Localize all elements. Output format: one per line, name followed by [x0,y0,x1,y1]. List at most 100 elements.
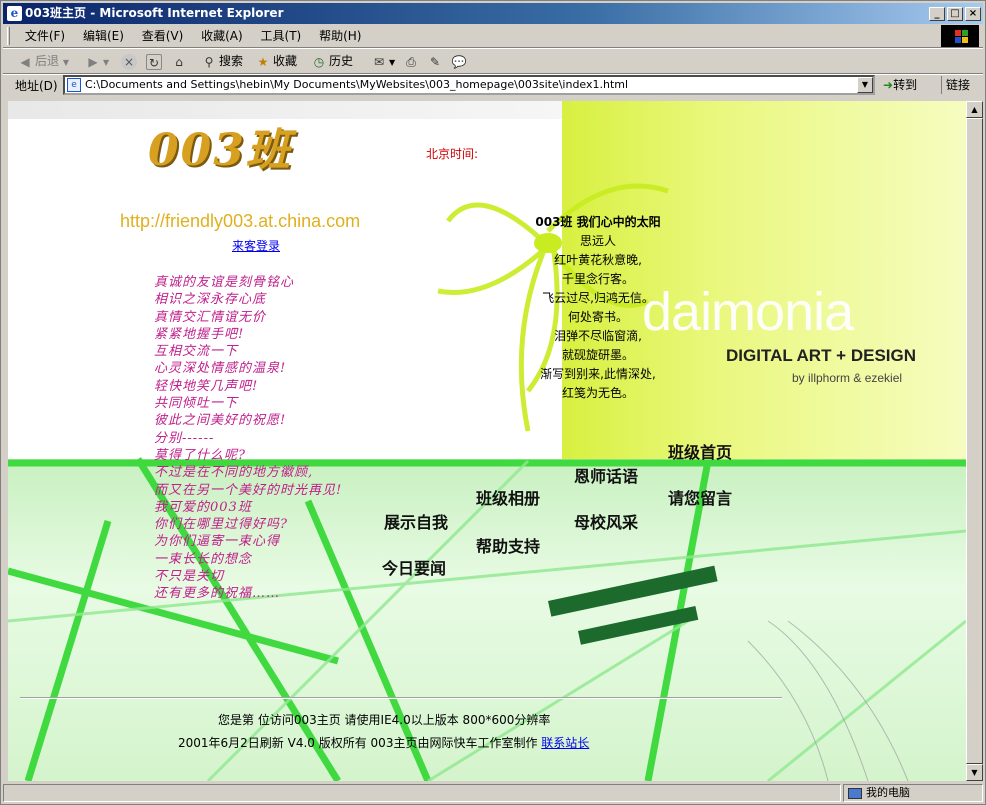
menu-tools[interactable]: 工具(T) [254,25,309,47]
discuss-icon: 💬 [451,54,467,69]
message-line: 还有更多的祝福…… [154,586,281,602]
friendship-message: 真诚的友谊是刻骨铭心 相识之深永存心底 真情交汇情谊无价 紧紧地握手吧! 互相交… [154,274,342,603]
nav-class-album[interactable]: 班级相册 [476,485,540,509]
message-line: 真诚的友谊是刻骨铭心 [154,275,295,290]
copyright-info: 2001年6月2日刷新 V4.0 版权所有 003主页由网际快车工作室制作 联系… [178,736,590,750]
mail-button[interactable]: ✉ ▼ [371,51,395,71]
poem-title: 003班 我们心中的太阳 [535,215,661,229]
scroll-down-button[interactable]: ▼ [966,764,983,781]
discuss-button[interactable]: 💬 [451,51,469,71]
brand-name: daimonia [642,282,854,342]
nav-todays-news[interactable]: 今日要闻 [382,555,446,579]
favorites-icon: ★ [257,54,269,69]
message-line: 共同倾吐一下 [154,396,239,412]
message-line: 不过是在不同的地方徽顾, [154,465,314,481]
stop-icon: × [121,53,137,70]
message-line: 而又在另一个美好的时光再见! [154,482,343,498]
back-button[interactable]: ◀ 后退 ▼ [17,51,69,71]
print-button[interactable]: ⎙ [403,51,421,71]
forward-button[interactable]: ▶ ▼ [85,51,109,71]
maximize-button[interactable]: □ [947,7,963,21]
message-line: 轻快地笑几声吧! [154,378,259,394]
message-line: 为你们逼寄一束心得 [154,534,281,550]
scroll-up-button[interactable]: ▲ [966,101,983,118]
ie-icon: e [7,6,22,21]
brand-credits: by illphorm & ezekiel [792,371,903,385]
minimize-button[interactable]: _ [929,7,945,21]
windows-logo [941,25,979,47]
stop-button[interactable]: × [121,51,139,71]
page-viewport: 003班 http://friendly003.at.china.com 来客登… [8,101,966,781]
brand-tagline: DIGITAL ART + DESIGN [726,346,917,365]
scroll-thumb[interactable] [966,118,983,764]
favorites-button[interactable]: ★ 收藏 [255,51,297,71]
footer-divider [20,697,782,699]
zone-panel: 我的电脑 [843,784,983,802]
nav-show-yourself[interactable]: 展示自我 [384,509,448,533]
decorative-graphics [8,183,966,781]
menu-favorites[interactable]: 收藏(A) [194,25,250,47]
title-bar[interactable]: e 003班主页 - Microsoft Internet Explorer _… [3,3,983,24]
nav-help-support[interactable]: 帮助支持 [476,533,540,557]
guest-login-link[interactable]: 来客登录 [232,237,280,254]
site-url: http://friendly003.at.china.com [120,211,361,231]
poem-author: 思远人 [579,234,616,248]
poem-line: 就砚旋研墨。 [561,348,634,362]
poem-line: 红叶黄花秋意晚, [554,253,642,267]
browser-window: e 003班主页 - Microsoft Internet Explorer _… [0,0,986,805]
computer-icon [848,787,862,799]
forward-arrow-icon: ▶ [88,54,98,69]
address-label: 地址(D) [15,79,58,93]
page-icon: e [67,78,81,92]
message-line: 彼此之间美好的祝愿! [154,413,287,429]
nav-teacher-words[interactable]: 恩师话语 [574,463,638,487]
contact-webmaster-link[interactable]: 联系站长 [541,736,589,750]
message-line: 不只是关切 [154,569,225,585]
history-button[interactable]: ◷ 历史 [311,51,353,71]
home-button[interactable]: ⌂ [171,51,189,71]
message-line: 一束长长的想念 [154,551,253,567]
nav-class-home[interactable]: 班级首页 [668,439,732,463]
message-line: 你们在哪里过得好吗? [154,517,288,533]
close-button[interactable]: × [965,7,981,21]
address-dropdown-button[interactable]: ▼ [857,77,873,93]
menu-file[interactable]: 文件(F) [18,25,72,47]
menu-grip[interactable] [7,27,10,45]
menu-bar: 文件(F) 编辑(E) 查看(V) 收藏(A) 工具(T) 帮助(H) [3,25,943,47]
poem-line: 渐写到别来,此情深处, [540,367,656,381]
mail-icon: ✉ [373,54,385,69]
message-line: 分别------ [154,430,215,446]
chevron-down-icon: ▼ [389,58,396,67]
beijing-time: 北京时间: [426,147,479,161]
address-bar: 地址(D) e C:\Documents and Settings\hebin\… [3,74,983,97]
menu-help[interactable]: 帮助(H) [312,25,368,47]
history-icon: ◷ [313,54,325,69]
status-text [3,784,841,802]
links-button[interactable]: 链接 [941,76,970,94]
home-icon: ⌂ [175,54,183,69]
window-title: 003班主页 - Microsoft Internet Explorer [25,6,284,20]
refresh-icon: ↻ [146,53,162,70]
refresh-button[interactable]: ↻ [146,51,164,71]
menu-edit[interactable]: 编辑(E) [76,25,131,47]
search-button[interactable]: ⚲ 搜索 [201,51,243,71]
menu-view[interactable]: 查看(V) [135,25,191,47]
go-arrow-icon: ➜ [883,78,894,92]
search-icon: ⚲ [204,54,214,69]
back-arrow-icon: ◀ [20,54,30,69]
nav-alma-mater[interactable]: 母校风采 [574,509,638,533]
zone-label: 我的电脑 [866,786,910,799]
class-logo: 003班 [148,125,292,176]
nav-guestbook[interactable]: 请您留言 [668,485,732,509]
message-line: 紧紧地握手吧! [154,326,245,342]
message-line: 心灵深处情感的温泉! [154,361,287,377]
edit-button[interactable]: ✎ [427,51,445,71]
address-input[interactable]: e C:\Documents and Settings\hebin\My Doc… [63,75,875,95]
poem-line: 红笺为无色。 [561,386,634,400]
vertical-scrollbar[interactable]: ▲ ▼ [966,101,983,781]
message-line: 我可爱的003班 [154,499,252,515]
message-line: 互相交流一下 [154,344,239,360]
message-line: 相识之深永存心底 [154,292,267,308]
visitor-info: 您是第 位访问003主页 请使用IE4.0以上版本 800*600分辨率 [218,713,551,727]
go-button[interactable]: ➜转到 [883,76,917,94]
